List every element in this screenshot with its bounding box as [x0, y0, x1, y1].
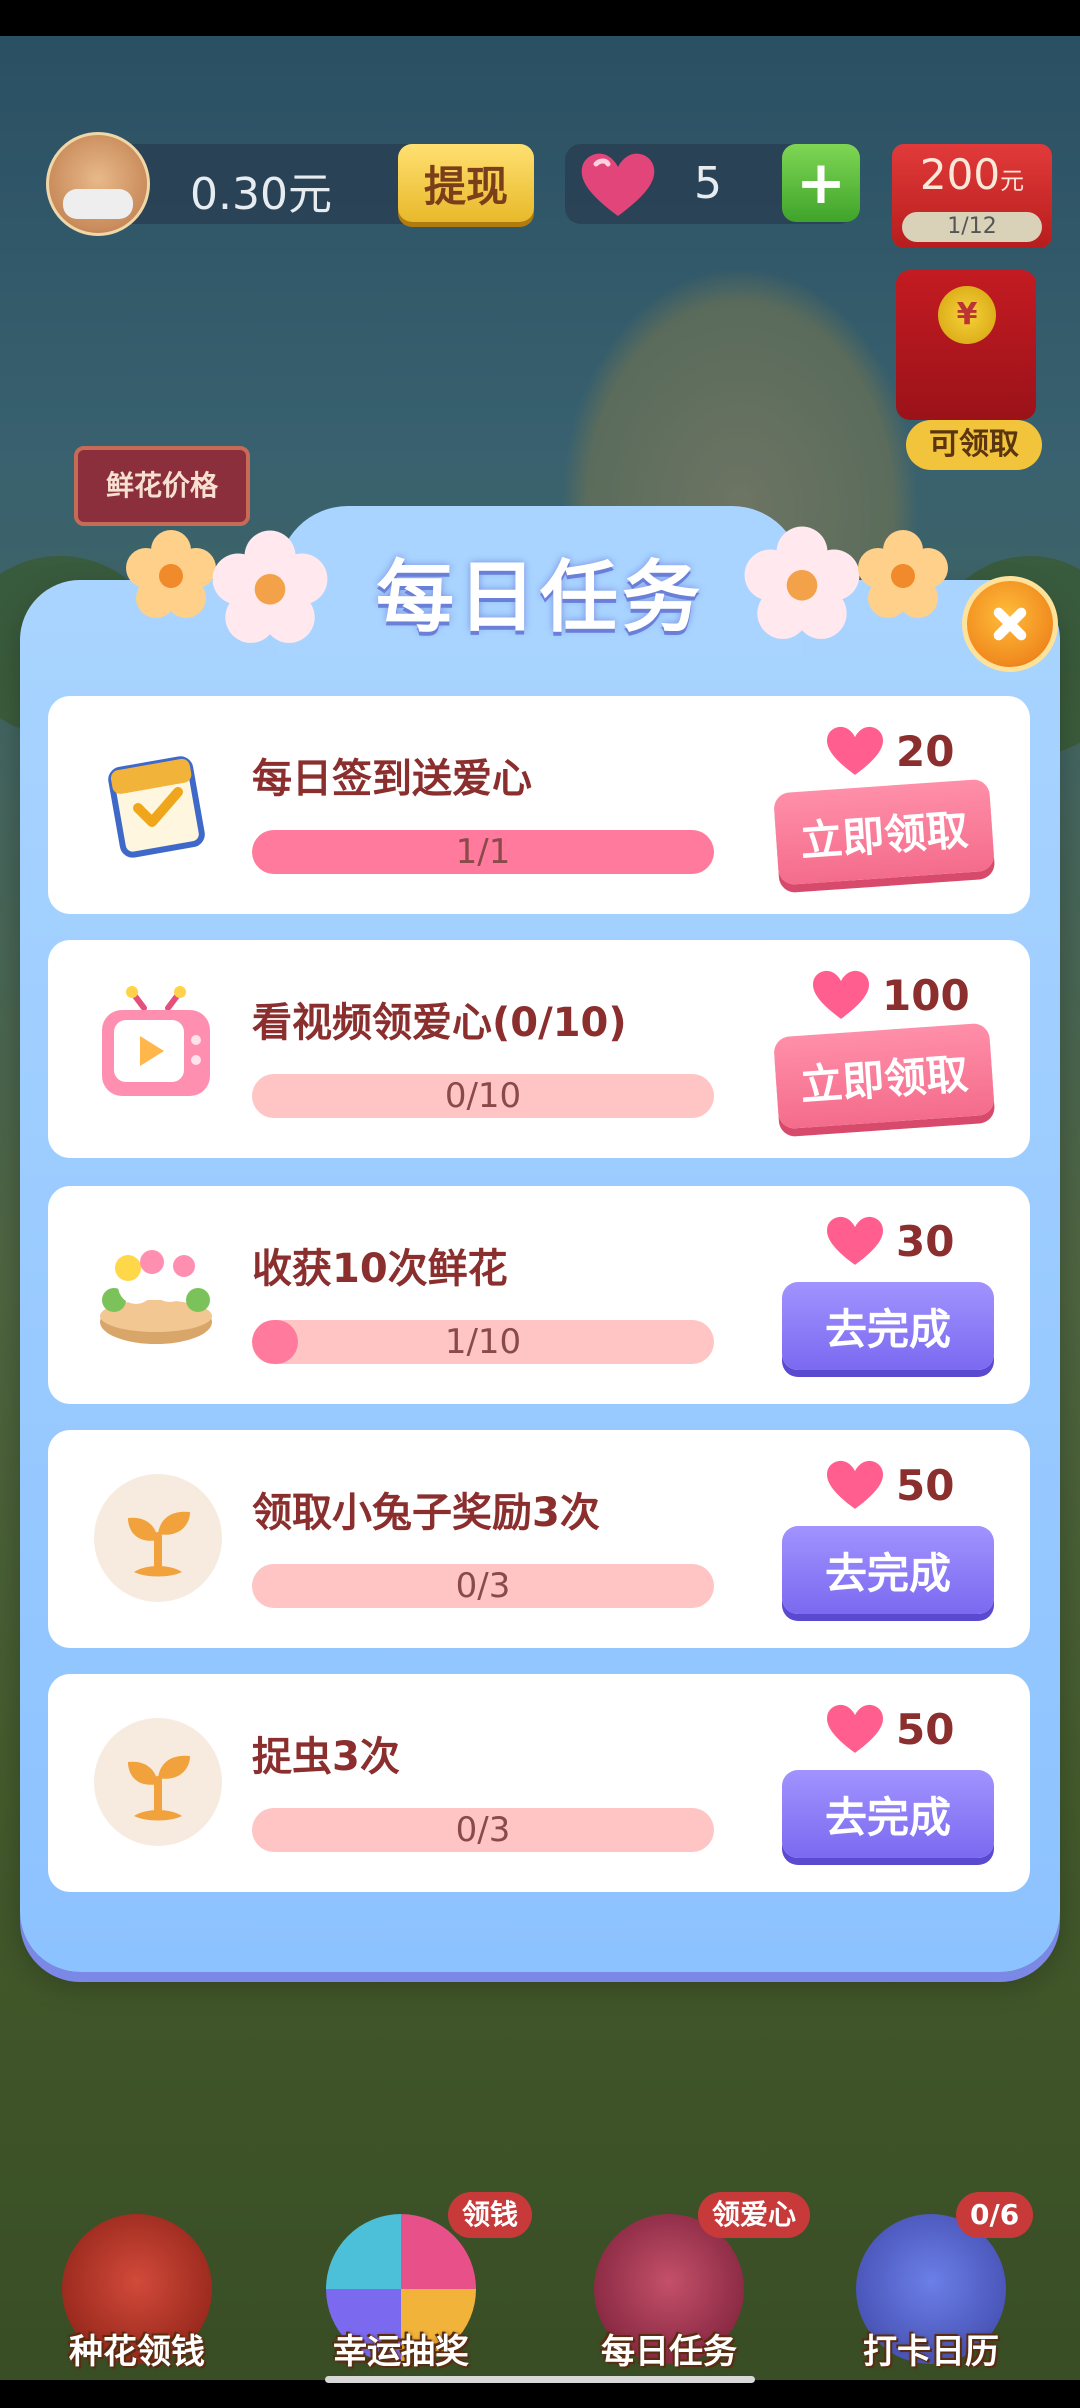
- nav-badge: 领爱心: [698, 2192, 811, 2238]
- home-indicator[interactable]: [325, 2376, 755, 2383]
- task-title: 捉虫3次: [252, 1734, 400, 1780]
- task-progress-label: 1/1: [455, 832, 511, 872]
- close-modal-button[interactable]: [962, 576, 1058, 672]
- yuan-coin-icon: ¥: [938, 286, 996, 344]
- task-reward-amount: 20: [896, 726, 955, 776]
- flower-basket-icon: [100, 1250, 212, 1344]
- task-card: 领取小兔子奖励3次 0/3 50 去完成: [48, 1430, 1030, 1648]
- task-reward: 20: [824, 724, 954, 778]
- flower-decoration-icon: [126, 530, 216, 618]
- sprout-icon: [94, 1718, 222, 1846]
- add-hearts-button[interactable]: +: [782, 144, 860, 222]
- nav-label: 打卡日历: [863, 2332, 999, 2372]
- red-amount-unit: 元: [1000, 167, 1025, 195]
- red-envelope-icon[interactable]: ¥: [896, 270, 1036, 420]
- task-progress-label: 0/10: [444, 1076, 522, 1116]
- heart-icon: [827, 726, 883, 775]
- claim-now-button[interactable]: 立即领取: [773, 778, 995, 886]
- withdraw-button[interactable]: 提现: [398, 144, 534, 222]
- sprout-icon: [128, 1511, 190, 1577]
- task-progress-bar: 0/3: [252, 1808, 714, 1852]
- balance-amount: 0.30元: [190, 169, 332, 220]
- heart-icon: [827, 1460, 883, 1509]
- calendar-check-icon: [108, 756, 205, 858]
- nav-plant-flowers[interactable]: 种花领钱: [52, 2200, 222, 2380]
- flower-decoration-icon: [212, 530, 328, 643]
- task-progress-label: 1/10: [444, 1322, 522, 1362]
- nav-label: 幸运抽奖: [333, 2332, 469, 2372]
- task-reward-amount: 50: [896, 1704, 955, 1754]
- nav-label: 种花领钱: [69, 2332, 205, 2372]
- red-packet-progress[interactable]: 200元 1/12: [892, 144, 1052, 248]
- sprout-icon: [94, 1474, 222, 1602]
- task-progress-bar: 0/10: [252, 1074, 714, 1118]
- task-reward-amount: 30: [896, 1216, 955, 1266]
- task-reward-amount: 50: [896, 1460, 955, 1510]
- task-title: 每日签到送爱心: [252, 756, 532, 802]
- task-progress-bar: 1/10: [252, 1320, 714, 1364]
- heart-icon: [581, 153, 655, 216]
- red-packet-amount: 200元: [892, 150, 1052, 199]
- task-reward: 30: [824, 1214, 954, 1268]
- avatar[interactable]: [46, 132, 150, 236]
- avatar-mask: [63, 189, 133, 219]
- task-title: 收获10次鲜花: [252, 1246, 508, 1292]
- task-card: 收获10次鲜花 1/10 30 去完成: [48, 1186, 1030, 1404]
- task-progress-bar: 0/3: [252, 1564, 714, 1608]
- tv-video-icon: [102, 986, 210, 1096]
- red-packet-progress-bar: 1/12: [902, 212, 1042, 242]
- hearts-count: 5: [694, 158, 722, 209]
- sprout-icon: [128, 1755, 190, 1821]
- heart-icon: [827, 1216, 883, 1265]
- task-progress-label: 0/3: [455, 1566, 511, 1606]
- heart-icon: [827, 1704, 883, 1753]
- status-bar: [0, 0, 1080, 36]
- red-amount-value: 200: [919, 150, 1001, 199]
- task-progress-label: 0/3: [455, 1810, 511, 1850]
- nav-badge: 0/6: [956, 2192, 1034, 2238]
- claimable-tag[interactable]: 可领取: [906, 420, 1042, 470]
- bottom-bar: [0, 2380, 1080, 2408]
- flower-decoration-icon: [744, 526, 860, 639]
- task-progress-bar: 1/1: [252, 830, 714, 874]
- heart-icon: [813, 970, 869, 1019]
- task-reward: 50: [824, 1702, 954, 1756]
- task-card: 捉虫3次 0/3 50 去完成: [48, 1674, 1030, 1892]
- go-complete-button[interactable]: 去完成: [782, 1282, 994, 1370]
- claim-now-button[interactable]: 立即领取: [773, 1022, 995, 1130]
- task-reward-amount: 100: [882, 970, 970, 1020]
- flower-decoration-icon: [858, 530, 948, 618]
- flower-price-sign[interactable]: 鲜花价格: [74, 446, 250, 526]
- task-title: 看视频领爱心(0/10): [252, 1000, 627, 1046]
- task-reward: 100: [810, 968, 970, 1022]
- nav-label: 每日任务: [601, 2332, 737, 2372]
- task-card: 每日签到送爱心 1/1 20 立即领取: [48, 696, 1030, 914]
- go-complete-button[interactable]: 去完成: [782, 1526, 994, 1614]
- task-card: 看视频领爱心(0/10) 0/10 100 立即领取: [48, 940, 1030, 1158]
- task-reward: 50: [824, 1458, 954, 1512]
- modal-title: 每日任务: [375, 553, 704, 643]
- nav-badge: 领钱: [448, 2192, 533, 2238]
- go-complete-button[interactable]: 去完成: [782, 1770, 994, 1858]
- task-title: 领取小兔子奖励3次: [252, 1490, 600, 1536]
